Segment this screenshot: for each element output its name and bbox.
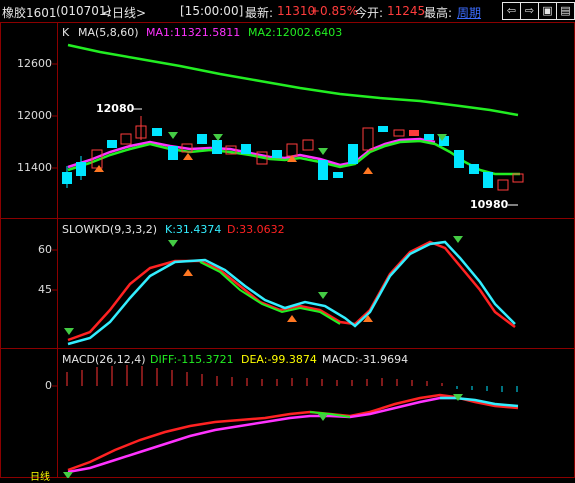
price-signals [94,132,447,174]
open-label: 今开: [355,6,384,20]
sell-signal-icon [318,148,328,155]
candle [241,144,251,154]
chart-area[interactable] [0,22,575,478]
chart-frame [0,22,575,478]
ma2-line [67,43,519,117]
low-marker: 10980 [470,198,509,211]
candle [318,160,328,180]
candle [378,126,388,132]
macd-cyan-line [440,396,519,408]
ma2-value: MA2:12002.6403 [248,26,343,39]
symbol-name: 橡胶1601 [2,6,57,20]
sell-signal-icon [453,236,463,243]
kd-k-value: K:31.4374 [165,223,222,236]
candle [348,144,358,164]
high-label: 最高: [424,6,453,20]
sell-signal-icon [318,414,328,421]
quote-header: 橡胶1601 (010701) <日线> [15:00:00] 最新: 1131… [0,0,575,23]
sell-signal-icon [168,132,178,139]
ma1-value: MA1:11321.5811 [146,26,241,39]
candle [469,164,479,174]
candle [483,172,493,188]
sell-signal-icon [168,240,178,247]
macd-histogram [66,365,518,392]
y-tick-45: 45 [38,283,52,296]
macd-value: MACD:-31.9694 [322,353,409,366]
buy-signal-icon [183,153,193,160]
buy-signal-icon [363,167,373,174]
kline-prefix: K [62,26,70,39]
macd-title: MACD(26,12,4) [62,353,146,366]
prev-icon[interactable]: ⇦ [502,2,521,20]
sell-signal-icon [213,134,223,141]
candle [197,134,207,144]
latest-label: 最新: [245,6,274,20]
y-tick-11400: 11400 [17,161,52,174]
zoom-out-icon[interactable]: ▤ [556,2,575,20]
kd-d-value: D:33.0632 [227,223,285,236]
y-tick-12000: 12000 [17,109,52,122]
candle [393,129,405,137]
bottom-period-label: 日线 [30,472,50,483]
quote-time: [15:00:00] [180,4,244,18]
period-label: <日线> [102,6,147,20]
high-marker: 12080 [96,102,135,115]
candle [362,127,374,151]
zoom-in-icon[interactable]: ▣ [538,2,557,20]
ma-title: MA(5,8,60) [78,26,139,39]
candle [286,143,298,157]
next-icon[interactable]: ⇨ [520,2,539,20]
kd-signals [64,236,463,335]
kd-title: SLOWKD(9,3,3,2) [62,223,158,236]
y-tick-0: 0 [45,379,52,392]
candle [333,172,343,178]
y-tick-60: 60 [38,243,52,256]
sell-signal-icon [318,292,328,299]
candle [152,128,162,136]
buy-signal-icon [183,269,193,276]
candle [212,140,222,154]
kd-k-line [67,240,516,346]
candle [409,130,419,136]
candle [497,179,509,191]
candle [107,140,117,148]
ma1-line [67,137,436,169]
period-link[interactable]: 周期 [457,4,481,21]
macd-diff-value: DIFF:-115.3721 [150,353,234,366]
candle [168,146,178,160]
candle [120,133,132,145]
sell-signal-icon [64,328,74,335]
y-tick-12600: 12600 [17,57,52,70]
buy-signal-icon [287,315,297,322]
change-percent: +0.85% [310,4,359,18]
candle [272,150,282,158]
candles [62,116,524,191]
candle [454,150,464,168]
macd-dea-value: DEA:-99.3874 [241,353,317,366]
macd-dea-line [67,396,455,474]
open-value: 11245 [387,4,426,18]
macd-diff-line [67,393,519,472]
candle [302,139,314,151]
candle [424,134,434,140]
